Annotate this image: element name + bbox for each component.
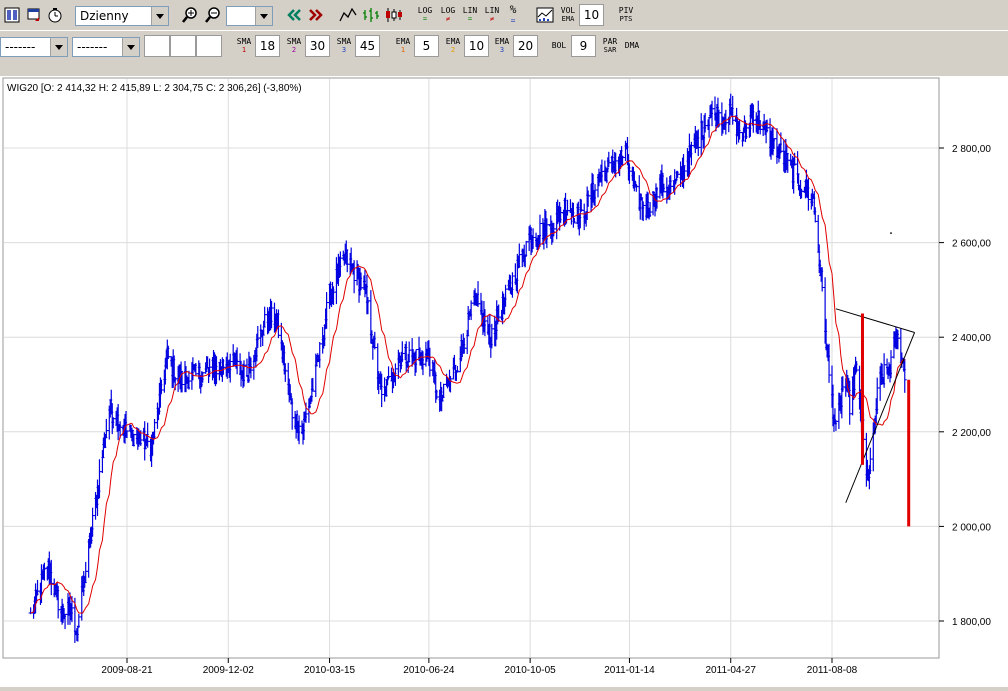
interval-select[interactable]: Dzienny — [75, 6, 169, 26]
chevron-down-icon — [151, 7, 168, 25]
log-scale-icon[interactable]: LOG = — [414, 4, 436, 26]
dma-button[interactable]: DMA — [621, 35, 643, 57]
sma1-period-input[interactable]: 18 — [255, 35, 280, 57]
y-tick-label: 2 200,00 — [952, 428, 991, 439]
y-axis: 2 800,00 2 600,00 2 400,00 2 200,00 2 000,00… — [939, 144, 991, 628]
bol-label: BOL — [551, 41, 567, 50]
main-toolbar: Dzienny LOG = LOG ≠ LIN = LIN ≠ % = VOL EM — [0, 0, 1008, 30]
volume-chart-icon[interactable] — [534, 4, 556, 26]
bar-chart-icon[interactable] — [361, 4, 381, 26]
sma-index: 3 — [341, 46, 347, 54]
sma-index: 2 — [291, 46, 297, 54]
vol-ema-button[interactable]: VOL EMA — [557, 4, 579, 26]
study-select-a-value: ------- — [5, 40, 36, 54]
chart-title: WIG20 [O: 2 414,32 H: 2 415,89 L: 2 304,… — [7, 83, 302, 94]
interval-value: Dzienny — [80, 9, 129, 23]
sma1-button[interactable]: SMA 1 — [234, 35, 254, 57]
parabolic-sar-button[interactable]: PAR SAR — [599, 35, 621, 57]
x-tick-label: 2009-12-02 — [203, 665, 255, 676]
ema3-period-input[interactable]: 20 — [513, 35, 538, 57]
sma2-button[interactable]: SMA 2 — [284, 35, 304, 57]
vol-ema-period-input[interactable]: 10 — [579, 4, 604, 26]
ema2-period-input[interactable]: 10 — [464, 35, 489, 57]
zoom-in-icon[interactable] — [180, 4, 200, 26]
ema2-button[interactable]: EMA 2 — [443, 35, 463, 57]
ema-index: 1 — [400, 46, 406, 54]
ema1-period-input[interactable]: 5 — [414, 35, 439, 57]
bollinger-period-input[interactable]: 9 — [571, 35, 596, 57]
lin-label-alt: LIN — [484, 6, 500, 15]
sar-label: SAR — [603, 46, 617, 54]
ema1-button[interactable]: EMA 1 — [393, 35, 413, 57]
log-label-alt: LOG — [440, 6, 456, 15]
blank-field-3[interactable] — [196, 35, 222, 57]
percent-scale-icon[interactable]: % = — [503, 4, 523, 26]
indicator-toolbar: ------- ------- SMA 1 18 SMA 2 30 SMA 3 45 … — [0, 30, 1008, 63]
lin-scale-alt-icon[interactable]: LIN ≠ — [481, 4, 503, 26]
par-label: PAR — [602, 37, 618, 46]
y-tick-label: 2 800,00 — [952, 144, 991, 155]
y-tick-label: 2 400,00 — [952, 333, 991, 344]
vol-label: VOL — [560, 6, 576, 15]
log-scale-alt-icon[interactable]: LOG ≠ — [437, 4, 459, 26]
y-tick-label: 2 000,00 — [952, 522, 991, 533]
x-tick-label: 2011-04-27 — [706, 665, 757, 676]
sma-index: 1 — [241, 46, 247, 54]
ema-index: 3 — [499, 46, 505, 54]
pts-label: PTS — [619, 15, 633, 23]
open-chart-icon[interactable] — [2, 4, 22, 26]
dma-label: DMA — [624, 41, 640, 50]
clock-icon[interactable] — [45, 4, 65, 26]
sma-label: SMA — [336, 37, 352, 46]
ema-label: EMA — [494, 37, 510, 46]
isolated-point — [889, 232, 892, 235]
x-tick-label: 2011-01-14 — [604, 665, 655, 676]
plot-frame — [2, 77, 940, 659]
x-tick-label: 2009-08-21 — [101, 665, 153, 676]
sma-label: SMA — [236, 37, 252, 46]
ema-label: EMA — [561, 15, 575, 23]
sma-label: SMA — [286, 37, 302, 46]
chevron-down-icon — [255, 7, 272, 25]
ema-label: EMA — [395, 37, 411, 46]
sma3-period-input[interactable]: 45 — [355, 35, 380, 57]
y-tick-label: 2 600,00 — [952, 239, 991, 250]
x-tick-label: 2010-10-05 — [505, 665, 557, 676]
blank-field-2[interactable] — [170, 35, 196, 57]
scroll-right-icon[interactable] — [306, 4, 326, 26]
ema3-button[interactable]: EMA 3 — [492, 35, 512, 57]
piv-label: PIV — [618, 6, 634, 15]
chart-panel[interactable]: 2 800,00 2 600,00 2 400,00 2 200,00 2 000,00… — [0, 76, 1008, 687]
x-axis: 2009-08-21 2009-12-02 2010-03-15 2010-06-24… — [101, 658, 858, 676]
log-label: LOG — [417, 6, 433, 15]
study-select-b[interactable]: ------- — [72, 37, 140, 57]
blank-field-1[interactable] — [144, 35, 170, 57]
chevron-down-icon — [122, 38, 139, 56]
study-select-b-value: ------- — [77, 40, 108, 54]
new-window-icon[interactable] — [24, 4, 44, 26]
ema-label: EMA — [445, 37, 461, 46]
lin-scale-icon[interactable]: LIN = — [459, 4, 481, 26]
scroll-left-icon[interactable] — [284, 4, 304, 26]
candle-chart-icon[interactable] — [383, 4, 403, 26]
chevron-down-icon — [50, 38, 67, 56]
sma3-button[interactable]: SMA 3 — [334, 35, 354, 57]
x-tick-label: 2010-03-15 — [304, 665, 356, 676]
zoom-select[interactable] — [226, 6, 273, 26]
pivot-points-button[interactable]: PIV PTS — [615, 4, 637, 26]
sma2-period-input[interactable]: 30 — [305, 35, 330, 57]
x-tick-label: 2011-08-08 — [807, 665, 858, 676]
y-tick-label: 1 800,00 — [952, 617, 991, 628]
ema-index: 2 — [450, 46, 456, 54]
zoom-out-icon[interactable] — [203, 4, 223, 26]
price-chart[interactable]: 2 800,00 2 600,00 2 400,00 2 200,00 2 000,00… — [0, 76, 1008, 687]
line-chart-icon[interactable] — [338, 4, 358, 26]
lin-label: LIN — [462, 6, 478, 15]
study-select-a[interactable]: ------- — [0, 37, 68, 57]
x-tick-label: 2010-06-24 — [403, 665, 455, 676]
bollinger-button[interactable]: BOL — [549, 35, 569, 57]
